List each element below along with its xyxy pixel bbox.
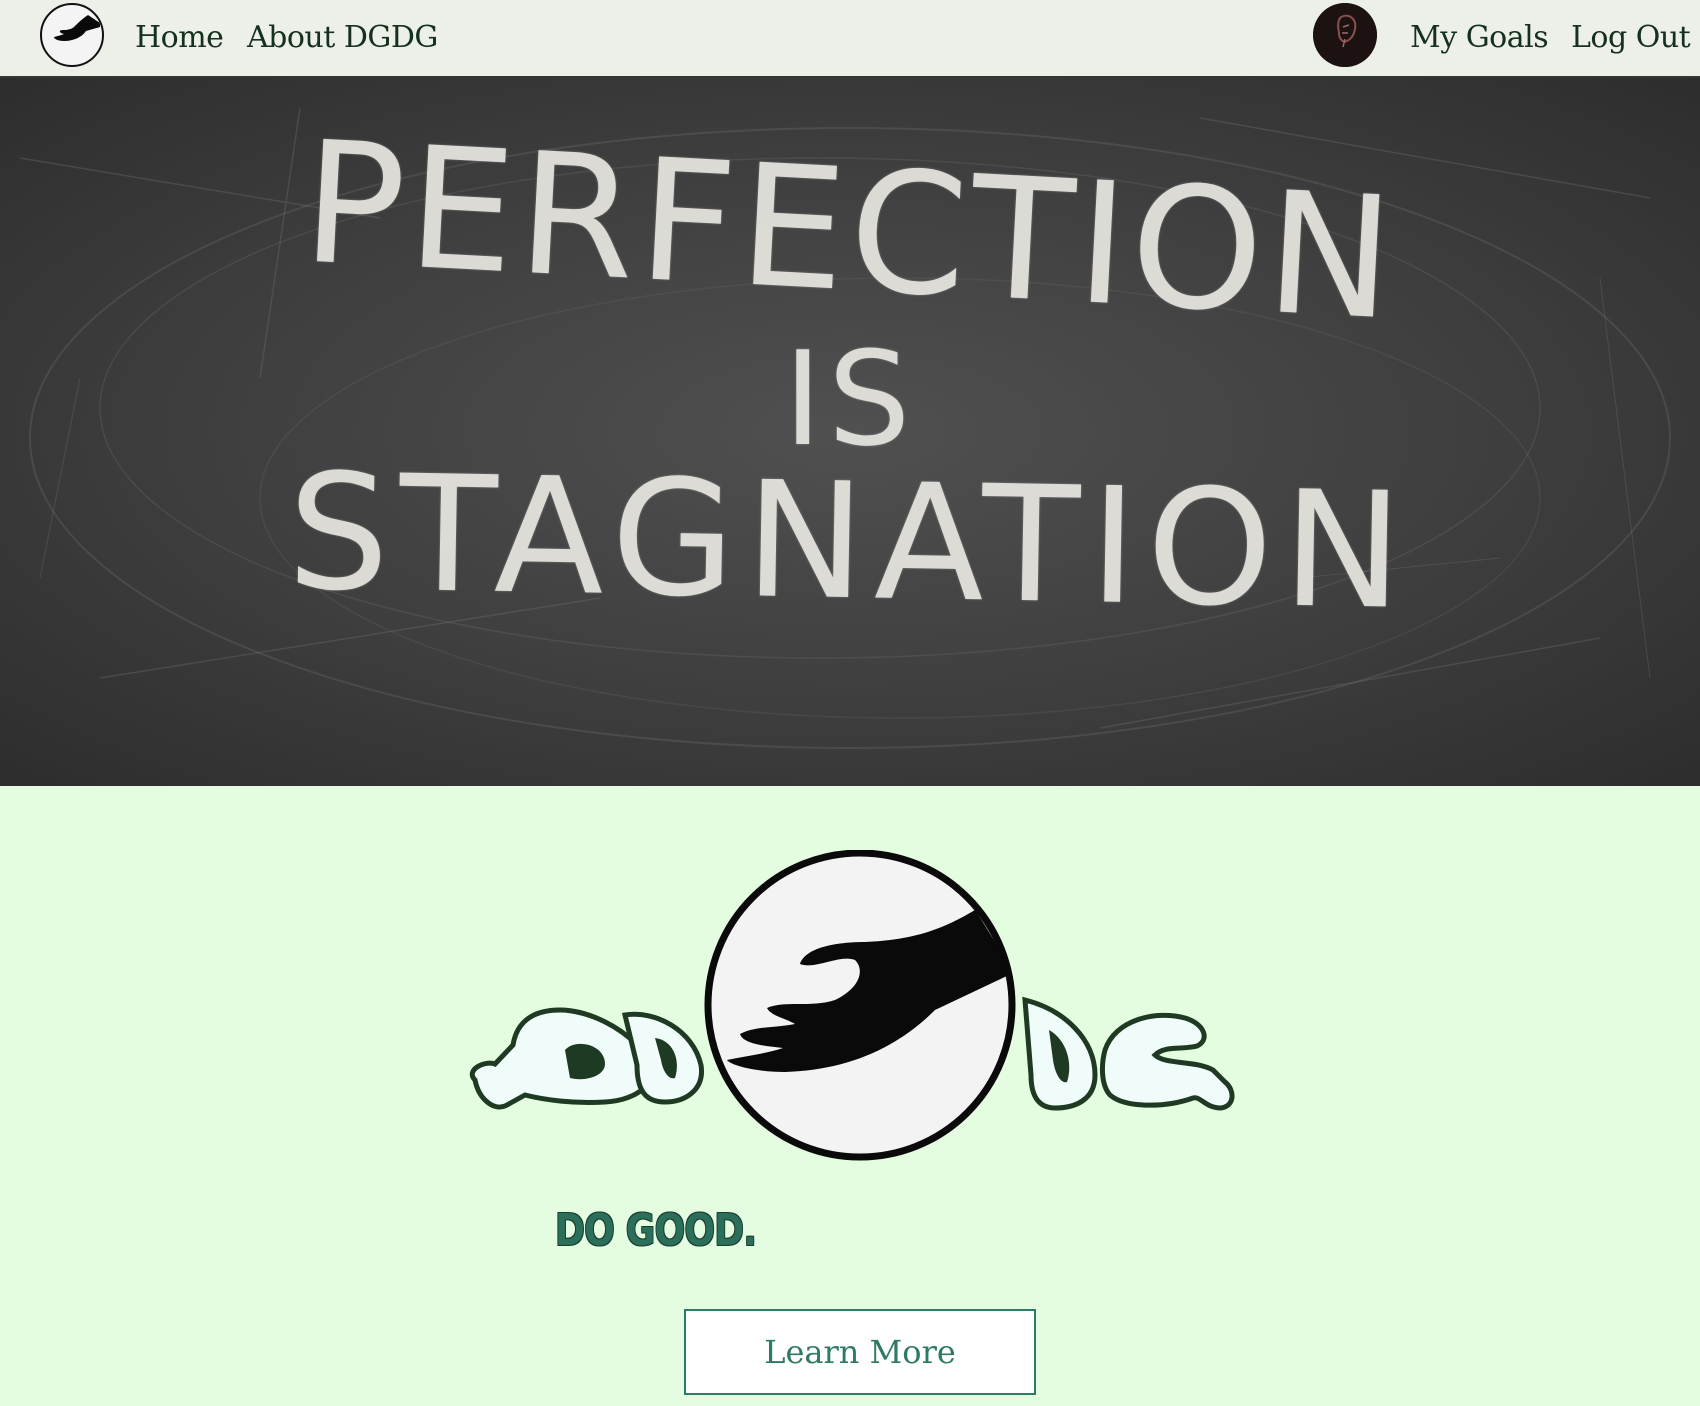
top-navbar: Home About DGDG My Goals Log Out <box>0 0 1700 78</box>
dgdg-brand-logo <box>465 849 1255 1170</box>
nav-about-link[interactable]: About DGDG <box>247 20 438 55</box>
logo-hand-circle-icon <box>704 849 1016 1161</box>
logo-left-letters <box>470 1007 704 1110</box>
learn-more-button[interactable]: Learn More <box>684 1309 1036 1395</box>
nav-home-link[interactable]: Home <box>135 20 224 55</box>
user-avatar-icon[interactable] <box>1313 3 1377 67</box>
tagline-do-good: DO GOOD. <box>555 1205 757 1256</box>
logo-right-letters <box>1022 996 1235 1111</box>
hand-logo-icon[interactable] <box>40 3 104 67</box>
hero-chalkboard-image: PERFECTION IS STAGNATION <box>0 78 1700 786</box>
nav-logout-link[interactable]: Log Out <box>1571 20 1691 55</box>
nav-my-goals-link[interactable]: My Goals <box>1410 20 1549 55</box>
hero-line-stagnation: STAGNATION <box>286 438 1414 645</box>
